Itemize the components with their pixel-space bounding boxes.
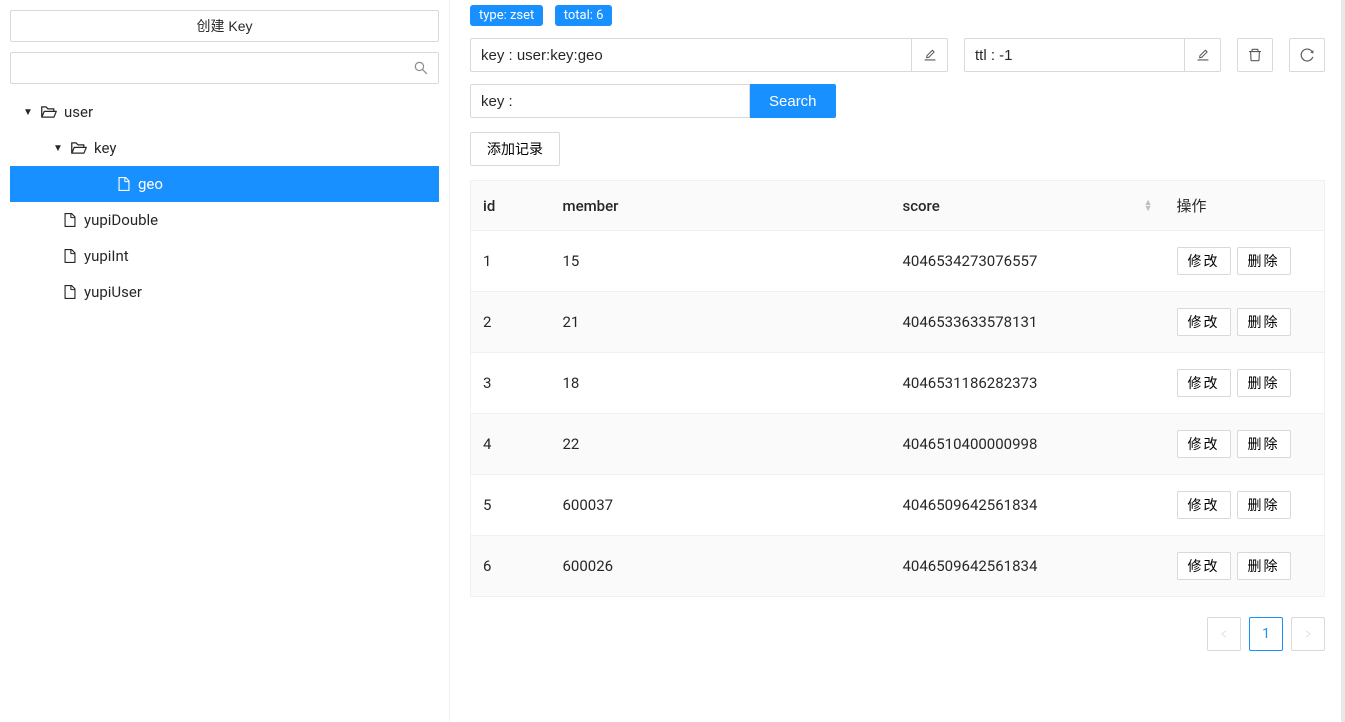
cell-score: 4046531186282373	[891, 353, 1165, 414]
tree-label: yupiDouble	[84, 211, 158, 229]
key-tree: ▼ user ▼ key geo	[10, 94, 439, 310]
edit-row-button[interactable]: 修改	[1177, 430, 1231, 458]
cell-actions: 修改删除	[1165, 414, 1325, 475]
page-1-button[interactable]: 1	[1249, 617, 1283, 651]
file-icon	[62, 284, 78, 300]
cell-member: 22	[551, 414, 891, 475]
edit-icon	[1196, 48, 1210, 62]
cell-member: 18	[551, 353, 891, 414]
tree-node-key[interactable]: ▼ key	[10, 130, 439, 166]
tree-node-geo[interactable]: geo	[10, 166, 439, 202]
table-row: 1 15 4046534273076557 修改删除	[471, 231, 1325, 292]
key-name-input[interactable]	[470, 38, 912, 72]
edit-row-button[interactable]: 修改	[1177, 491, 1231, 519]
search-icon[interactable]	[413, 60, 429, 76]
col-action: 操作	[1165, 181, 1325, 231]
divider	[1341, 0, 1345, 722]
tree-label: user	[64, 103, 93, 121]
delete-icon	[1247, 47, 1263, 63]
table-row: 5 600037 4046509642561834 修改删除	[471, 475, 1325, 536]
delete-row-button[interactable]: 删除	[1237, 247, 1291, 275]
ttl-input[interactable]	[964, 38, 1185, 72]
col-score-label: score	[903, 197, 940, 215]
chevron-left-icon	[1219, 629, 1229, 639]
sort-icon[interactable]: ▲▼	[1144, 200, 1153, 212]
col-id: id	[471, 181, 551, 231]
col-score[interactable]: score ▲▼	[891, 181, 1165, 231]
folder-open-icon	[70, 139, 88, 157]
cell-score: 4046509642561834	[891, 536, 1165, 597]
refresh-icon	[1299, 47, 1315, 63]
cell-id: 2	[471, 292, 551, 353]
main-content: type: zset total: 6	[450, 0, 1345, 722]
table-row: 2 21 4046533633578131 修改删除	[471, 292, 1325, 353]
delete-row-button[interactable]: 删除	[1237, 308, 1291, 336]
search-button[interactable]: Search	[750, 84, 836, 118]
edit-row-button[interactable]: 修改	[1177, 247, 1231, 275]
tree-node-yupidouble[interactable]: yupiDouble	[10, 202, 439, 238]
cell-id: 5	[471, 475, 551, 536]
cell-id: 1	[471, 231, 551, 292]
delete-row-button[interactable]: 删除	[1237, 430, 1291, 458]
chevron-right-icon	[1303, 629, 1313, 639]
edit-row-button[interactable]: 修改	[1177, 552, 1231, 580]
caret-down-icon: ▼	[22, 107, 34, 118]
cell-id: 6	[471, 536, 551, 597]
delete-row-button[interactable]: 删除	[1237, 552, 1291, 580]
cell-actions: 修改删除	[1165, 231, 1325, 292]
cell-score: 4046509642561834	[891, 475, 1165, 536]
file-icon	[116, 176, 132, 192]
col-member: member	[551, 181, 891, 231]
cell-actions: 修改删除	[1165, 292, 1325, 353]
tree-label: key	[94, 139, 116, 157]
add-record-button[interactable]: 添加记录	[470, 132, 560, 166]
cell-score: 4046533633578131	[891, 292, 1165, 353]
table-row: 3 18 4046531186282373 修改删除	[471, 353, 1325, 414]
cell-member: 600037	[551, 475, 891, 536]
refresh-button[interactable]	[1289, 38, 1325, 72]
tree-label: geo	[138, 175, 163, 193]
tree-node-yupiuser[interactable]: yupiUser	[10, 274, 439, 310]
cell-member: 21	[551, 292, 891, 353]
tree-label: yupiInt	[84, 247, 129, 265]
pagination: 1	[470, 617, 1325, 651]
folder-open-icon	[40, 103, 58, 121]
edit-row-button[interactable]: 修改	[1177, 369, 1231, 397]
cell-member: 600026	[551, 536, 891, 597]
tree-node-yupiint[interactable]: yupiInt	[10, 238, 439, 274]
cell-id: 3	[471, 353, 551, 414]
cell-score: 4046510400000998	[891, 414, 1165, 475]
file-icon	[62, 212, 78, 228]
page-prev-button[interactable]	[1207, 617, 1241, 651]
caret-down-icon: ▼	[52, 143, 64, 154]
total-tag: total: 6	[555, 5, 613, 26]
delete-row-button[interactable]: 删除	[1237, 491, 1291, 519]
tree-label: yupiUser	[84, 283, 142, 301]
cell-member: 15	[551, 231, 891, 292]
sidebar-search-input[interactable]	[10, 52, 439, 84]
edit-key-button[interactable]	[912, 38, 948, 72]
data-table: id member score ▲▼ 操作 1 15 4046534273076…	[470, 180, 1325, 597]
cell-score: 4046534273076557	[891, 231, 1165, 292]
edit-ttl-button[interactable]	[1185, 38, 1221, 72]
tree-node-user[interactable]: ▼ user	[10, 94, 439, 130]
sidebar: 创建 Key ▼ user ▼ key	[0, 0, 450, 722]
cell-id: 4	[471, 414, 551, 475]
delete-key-button[interactable]	[1237, 38, 1273, 72]
cell-actions: 修改删除	[1165, 536, 1325, 597]
type-tag: type: zset	[470, 5, 543, 26]
edit-icon	[923, 48, 937, 62]
create-key-button[interactable]: 创建 Key	[10, 10, 439, 42]
delete-row-button[interactable]: 删除	[1237, 369, 1291, 397]
table-row: 4 22 4046510400000998 修改删除	[471, 414, 1325, 475]
cell-actions: 修改删除	[1165, 353, 1325, 414]
file-icon	[62, 248, 78, 264]
edit-row-button[interactable]: 修改	[1177, 308, 1231, 336]
cell-actions: 修改删除	[1165, 475, 1325, 536]
member-search-input[interactable]	[470, 84, 750, 118]
table-row: 6 600026 4046509642561834 修改删除	[471, 536, 1325, 597]
page-next-button[interactable]	[1291, 617, 1325, 651]
